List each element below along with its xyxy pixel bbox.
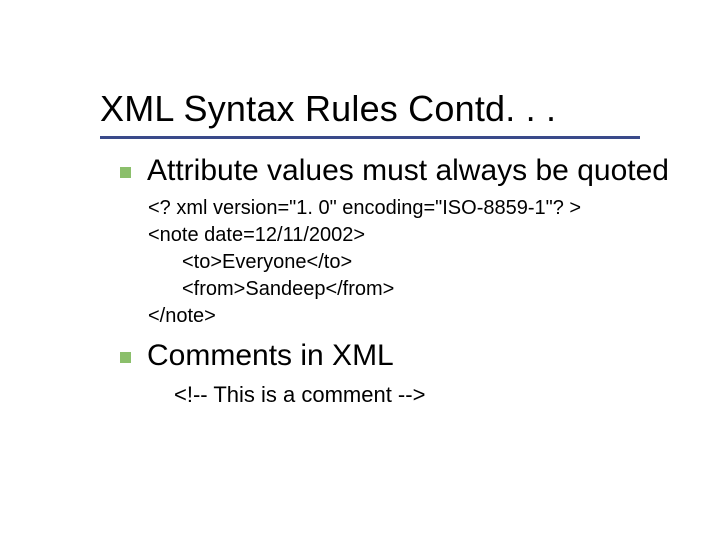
bullet-text: Comments in XML [147, 338, 680, 374]
code-line: <to>Everyone</to> [148, 249, 680, 276]
slide-body: Attribute values must always be quoted <… [100, 153, 680, 408]
square-bullet-icon [120, 167, 131, 178]
code-line: <!-- This is a comment --> [174, 382, 425, 407]
xml-comment-example: <!-- This is a comment --> [174, 382, 680, 408]
xml-code-block: <? xml version="1. 0" encoding="ISO-8859… [148, 195, 680, 330]
square-bullet-icon [120, 352, 131, 363]
code-line: <? xml version="1. 0" encoding="ISO-8859… [148, 197, 581, 219]
code-line: <from>Sandeep</from> [148, 276, 680, 303]
slide-title: XML Syntax Rules Contd. . . [100, 88, 680, 130]
code-line: </note> [148, 305, 216, 327]
bullet-item: Comments in XML [120, 338, 680, 374]
bullet-text: Attribute values must always be quoted [147, 153, 680, 189]
bullet-item: Attribute values must always be quoted [120, 153, 680, 189]
code-line: <note date=12/11/2002> [148, 224, 365, 246]
title-rule [100, 136, 640, 139]
slide: XML Syntax Rules Contd. . . Attribute va… [0, 0, 720, 540]
